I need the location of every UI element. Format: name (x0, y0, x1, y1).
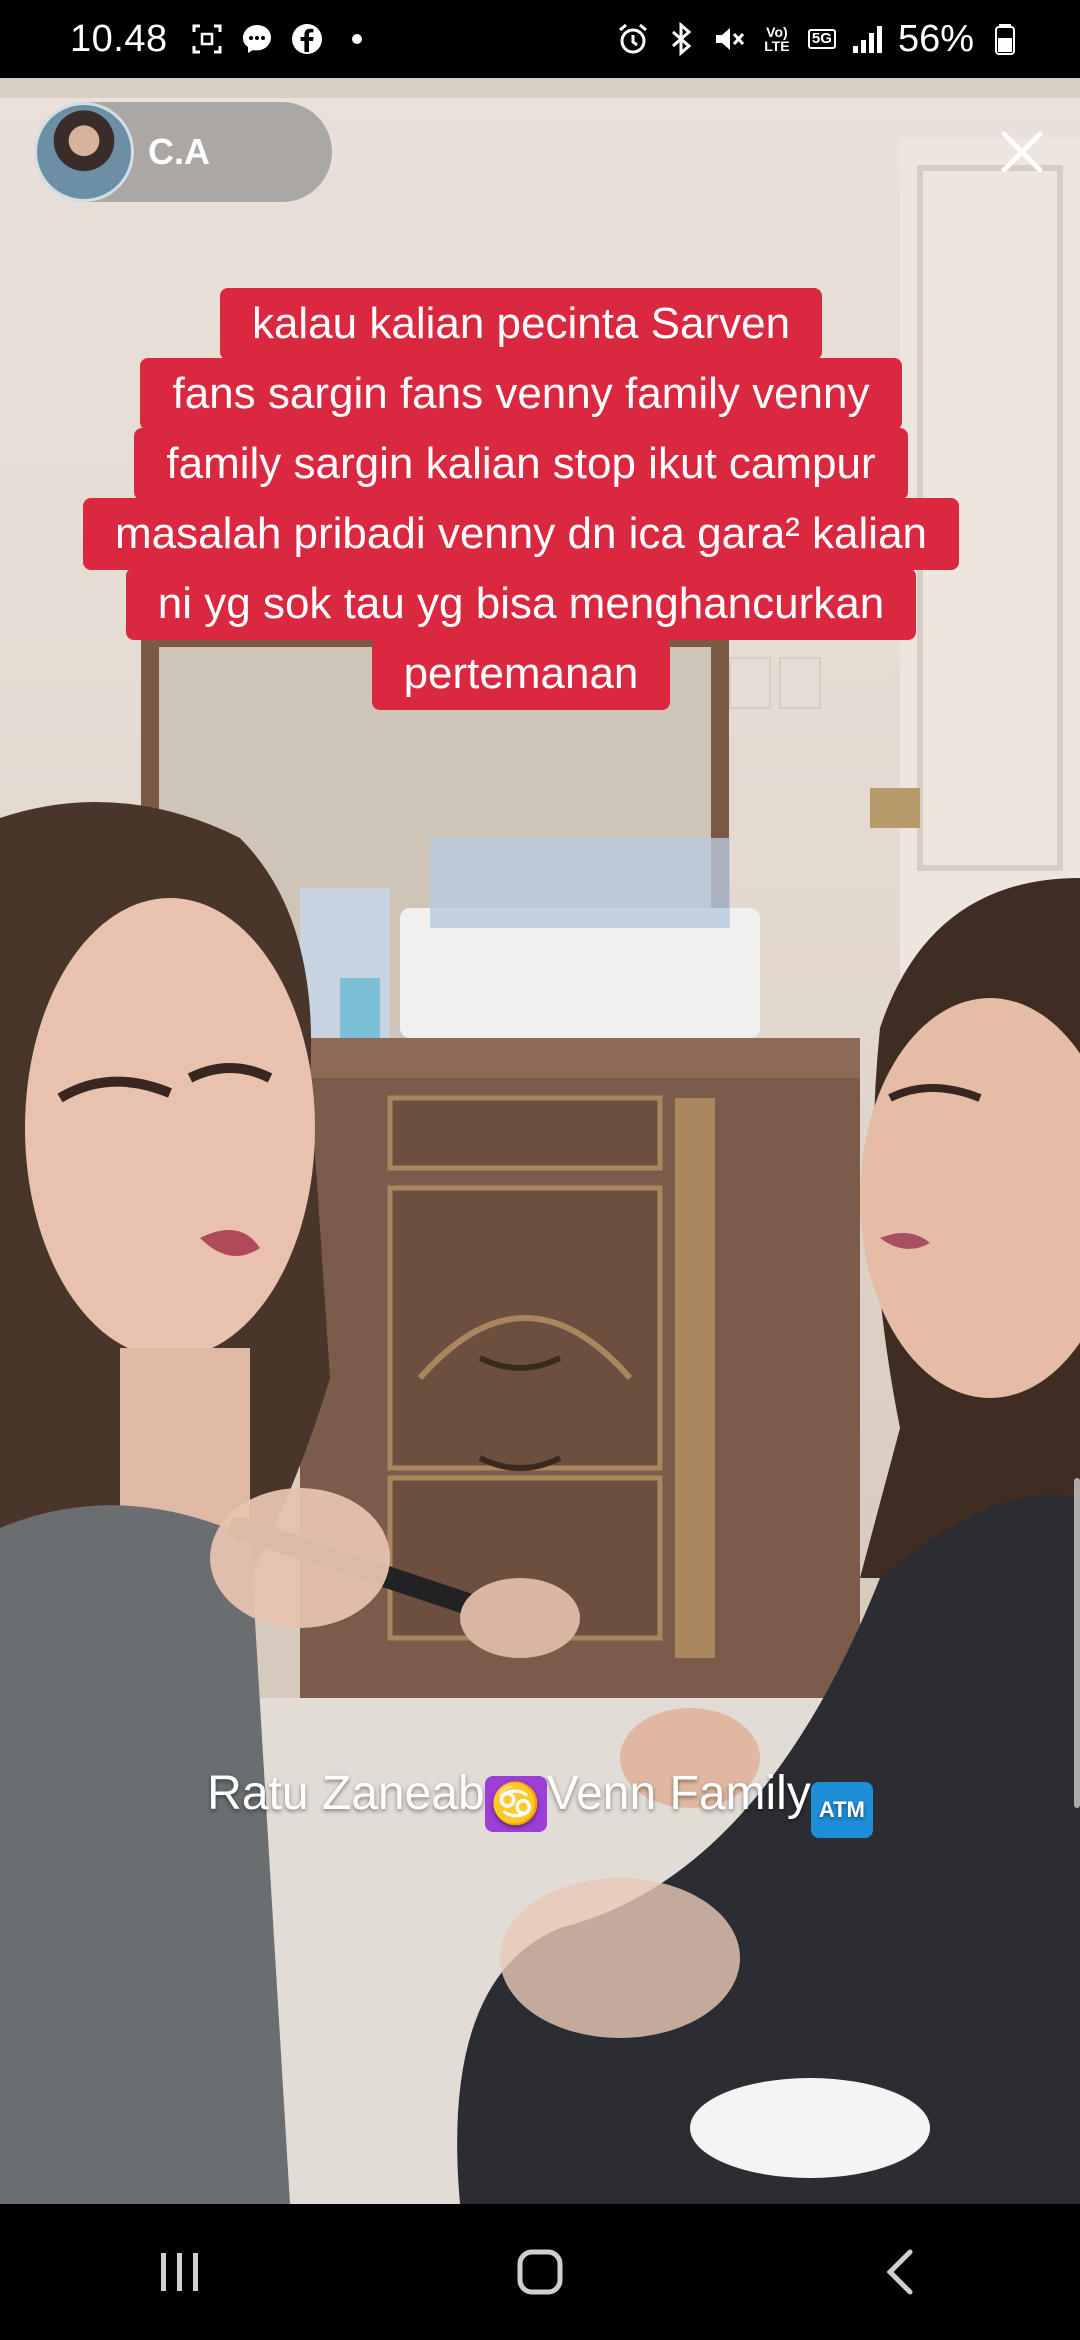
story-username[interactable]: C.A (148, 131, 210, 173)
recents-icon[interactable] (155, 2249, 205, 2295)
facebook-icon (290, 22, 324, 56)
battery-percent: 56% (897, 17, 974, 60)
alarm-icon (616, 22, 650, 56)
back-icon[interactable] (880, 2247, 920, 2297)
story-overlay-text: Ratu Zaneab ♋ Venn Family ATM (0, 1766, 1080, 1838)
atm-icon: ATM (810, 1782, 873, 1838)
home-icon[interactable] (515, 2247, 565, 2297)
caption-line: fans sargin fans venny family venny (140, 358, 902, 430)
home-button[interactable] (480, 2232, 600, 2312)
notification-dot-icon (340, 22, 374, 56)
caption-line: pertemanan (371, 638, 671, 710)
overlay-text-part1: Ratu Zaneab (207, 1767, 485, 1820)
status-bar: 10.48 Vo) LTE 5G 56% (0, 0, 1080, 78)
messenger-icon (240, 22, 274, 56)
signal-icon (850, 22, 884, 56)
caption-line: masalah pribadi venny dn ica gara² kalia… (82, 498, 960, 570)
mute-icon (712, 22, 746, 56)
battery-icon (988, 22, 1022, 56)
back-button[interactable] (840, 2232, 960, 2312)
caption-line: family sargin kalian stop ikut campur (134, 428, 908, 500)
story-video[interactable]: C.A kalau kalian pecinta Sarven fans sar… (0, 78, 1080, 2204)
screenshot-icon (190, 22, 224, 56)
avatar[interactable] (34, 102, 134, 202)
overlay-text-part2: Venn Family (546, 1767, 811, 1820)
scroll-indicator (1074, 1478, 1080, 1808)
story-caption: kalau kalian pecinta Sarven fans sargin … (36, 288, 1006, 710)
status-time: 10.48 (70, 17, 168, 60)
caption-line: ni yg sok tau yg bisa menghancurkan (125, 568, 917, 640)
recents-button[interactable] (120, 2232, 240, 2312)
close-icon[interactable] (994, 124, 1050, 180)
story-author-chip[interactable]: C.A (34, 102, 332, 202)
caption-line: kalau kalian pecinta Sarven (219, 288, 823, 360)
system-nav-bar (0, 2204, 1080, 2340)
5g-icon: 5G (807, 29, 836, 49)
cancer-zodiac-icon: ♋ (484, 1776, 547, 1832)
volte-icon: Vo) LTE (764, 24, 790, 54)
bluetooth-icon (664, 22, 698, 56)
